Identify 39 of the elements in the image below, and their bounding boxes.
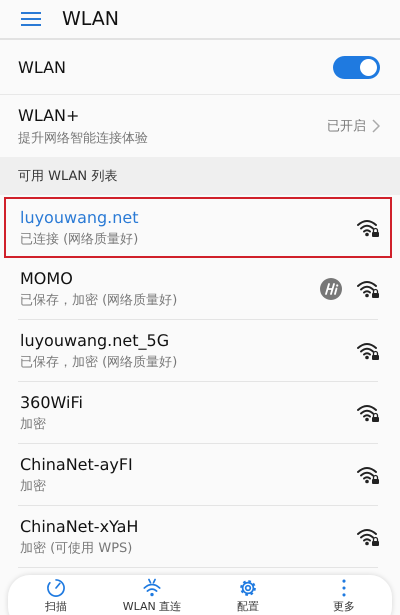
network-status: 已保存，加密 (网络质量好) bbox=[20, 354, 178, 370]
wlan-label: WLAN bbox=[18, 58, 68, 76]
wifi-lock-icon bbox=[356, 464, 380, 484]
network-name: ChinaNet-xYaH bbox=[20, 516, 140, 536]
network-status: 已保存，加密 (网络质量好) bbox=[20, 292, 178, 308]
menu-icon[interactable] bbox=[20, 11, 42, 27]
wifi-lock-icon bbox=[356, 278, 380, 298]
config-button[interactable]: 配置 bbox=[208, 578, 288, 615]
network-name: luyouwang.net_5G bbox=[20, 330, 170, 350]
network-name: MOMO bbox=[20, 268, 74, 288]
page-title: WLAN bbox=[62, 8, 120, 30]
wifi-lock-icon bbox=[356, 340, 380, 360]
scan-button[interactable]: 扫描 bbox=[16, 578, 96, 615]
network-item[interactable]: ChinaNet-xYaH 加密 (可使用 WPS) bbox=[4, 506, 392, 567]
direct-button[interactable]: WLAN 直连 bbox=[112, 578, 192, 615]
section-header: 可用 WLAN 列表 bbox=[0, 157, 400, 195]
wlan-plus-description: 提升网络智能连接体验 bbox=[18, 130, 149, 146]
network-status: 加密 bbox=[20, 478, 47, 494]
more-button[interactable]: 更多 bbox=[304, 578, 384, 615]
network-item[interactable]: ChinaNet-ayFI 加密 bbox=[4, 444, 392, 505]
wlan-plus-item[interactable]: WLAN+ 提升网络智能连接体验 已开启 bbox=[0, 95, 400, 157]
network-status: 加密 bbox=[20, 416, 47, 432]
network-name: 360WiFi bbox=[20, 392, 84, 412]
wlan-plus-status: 已开启 bbox=[327, 118, 366, 135]
wifi-lock-icon bbox=[356, 526, 380, 546]
network-item[interactable]: luyouwang.net_5G 已保存，加密 (网络质量好) bbox=[4, 320, 392, 381]
wlan-toggle[interactable] bbox=[333, 56, 380, 78]
chevron-icon bbox=[372, 119, 380, 133]
network-name: ChinaNet-ayFI bbox=[20, 454, 134, 474]
wlan-plus-label: WLAN+ bbox=[18, 106, 80, 124]
network-item[interactable]: MOMO 已保存，加密 (网络质量好) bbox=[4, 258, 392, 319]
wifi-lock-icon bbox=[356, 218, 380, 238]
network-item[interactable]: 360WiFi 加密 bbox=[4, 382, 392, 443]
network-status: 已连接 (网络质量好) bbox=[20, 230, 140, 248]
network-item[interactable]: luyouwang.net 已连接 (网络质量好) bbox=[4, 197, 392, 258]
more-icon bbox=[340, 578, 348, 598]
wifi-lock-icon bbox=[356, 402, 380, 422]
network-name: luyouwang.net bbox=[20, 208, 140, 226]
network-status: 加密 (可使用 WPS) bbox=[20, 540, 134, 556]
